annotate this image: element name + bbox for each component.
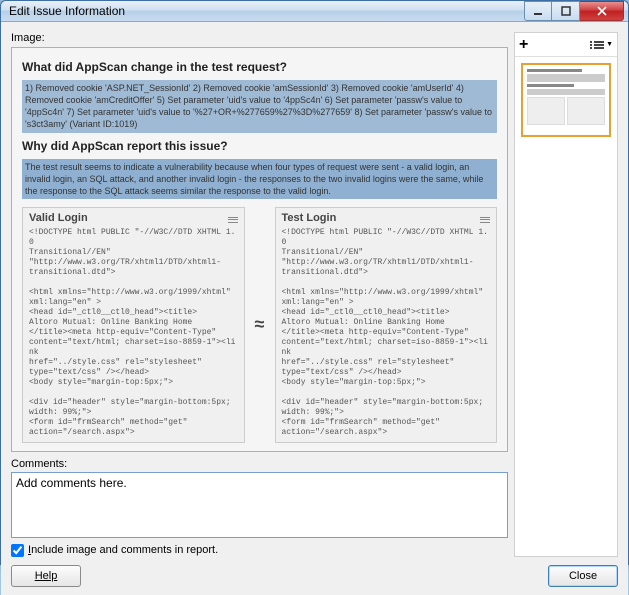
- thumbnail-item[interactable]: [521, 63, 611, 137]
- code-listing: <!DOCTYPE html PUBLIC "-//W3C//DTD XHTML…: [29, 228, 238, 438]
- chevron-down-icon: ▼: [606, 41, 613, 48]
- client-area: Image: What did AppScan change in the te…: [1, 22, 628, 595]
- list-icon: [594, 41, 604, 49]
- highlight-block: The test result seems to indicate a vuln…: [22, 159, 497, 199]
- question-heading: Why did AppScan report this issue?: [22, 139, 497, 153]
- dialog-buttons: Help Close: [11, 565, 618, 587]
- code-listing: <!DOCTYPE html PUBLIC "-//W3C//DTD XHTML…: [282, 228, 491, 438]
- window-title: Edit Issue Information: [9, 4, 524, 18]
- window-buttons: [524, 1, 624, 21]
- view-mode-button[interactable]: ▼: [594, 41, 613, 49]
- code-column-valid: Valid Login <!DOCTYPE html PUBLIC "-//W3…: [22, 207, 245, 443]
- code-column-test: Test Login <!DOCTYPE html PUBLIC "-//W3C…: [275, 207, 498, 443]
- thumbnail-toolbar: + ▼: [515, 33, 617, 57]
- comments-label: Comments:: [11, 458, 508, 470]
- code-compare: Valid Login <!DOCTYPE html PUBLIC "-//W3…: [22, 207, 497, 443]
- titlebar[interactable]: Edit Issue Information: [1, 1, 628, 22]
- code-column-title: Valid Login: [29, 212, 228, 224]
- minimize-button[interactable]: [524, 1, 552, 21]
- image-preview[interactable]: What did AppScan change in the test requ…: [11, 47, 508, 452]
- add-thumbnail-button[interactable]: +: [519, 37, 528, 53]
- code-column-title: Test Login: [282, 212, 481, 224]
- menu-icon: [228, 217, 238, 223]
- dialog-window: Edit Issue Information Image: What did A…: [0, 0, 629, 565]
- include-checkbox[interactable]: [11, 544, 24, 557]
- comments-input[interactable]: Add comments here.: [11, 472, 508, 538]
- question-heading: What did AppScan change in the test requ…: [22, 60, 497, 74]
- help-button[interactable]: Help: [11, 565, 81, 587]
- image-label: Image:: [11, 32, 508, 44]
- close-button[interactable]: Close: [548, 565, 618, 587]
- maximize-button[interactable]: [552, 1, 580, 21]
- close-window-button[interactable]: [580, 1, 624, 21]
- thumbnail-panel: + ▼: [514, 32, 618, 557]
- menu-icon: [480, 217, 490, 223]
- include-label[interactable]: Include image and comments in report.: [28, 544, 218, 556]
- highlight-block: 1) Removed cookie 'ASP.NET_SessionId' 2)…: [22, 80, 497, 133]
- approx-icon: ≈: [251, 207, 269, 443]
